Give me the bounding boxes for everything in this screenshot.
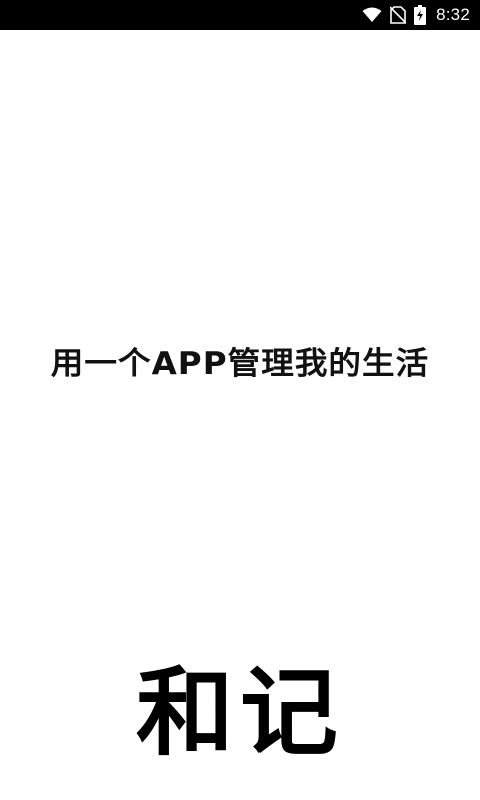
status-time: 8:32 — [436, 5, 470, 24]
status-bar: 8:32 — [0, 0, 480, 30]
app-logo-text: 和记 — [135, 657, 345, 769]
no-sim-icon — [390, 6, 407, 24]
status-icons: 8:32 — [362, 0, 470, 30]
wifi-icon — [362, 7, 382, 23]
splash-tagline: 用一个APP管理我的生活 — [50, 346, 430, 382]
splash-screen: 用一个APP管理我的生活 和记 — [0, 30, 480, 800]
battery-charging-icon — [414, 5, 427, 25]
